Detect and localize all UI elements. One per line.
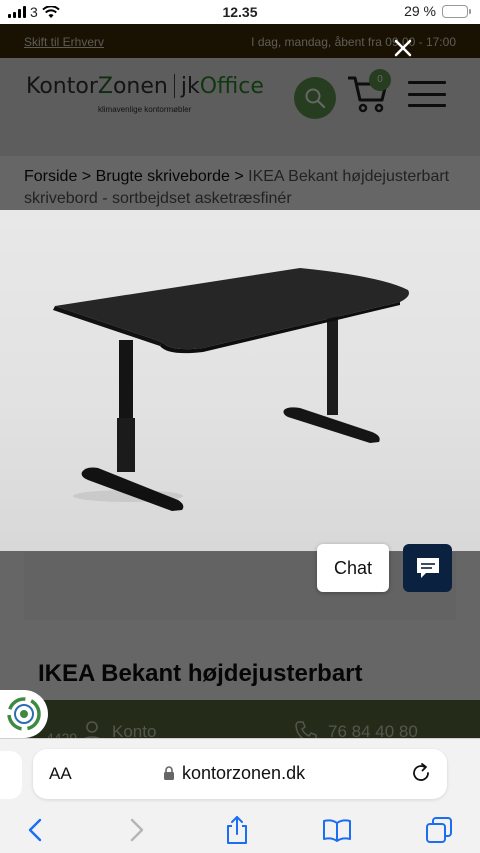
search-icon: [305, 88, 326, 109]
close-button[interactable]: [388, 33, 418, 63]
share-icon: [227, 816, 247, 844]
url-text[interactable]: kontorzonen.dk: [182, 763, 305, 784]
chat-button[interactable]: [403, 544, 452, 592]
product-title: IKEA Bekant højdejusterbart: [24, 646, 456, 706]
close-icon: [394, 39, 412, 57]
breadcrumb-category[interactable]: Brugte skriveborde: [96, 168, 230, 185]
browser-toolbar: AA kontorzonen.dk: [0, 738, 480, 853]
desk-illustration: [53, 268, 409, 511]
share-button[interactable]: [222, 815, 252, 845]
bookmarks-button[interactable]: [322, 815, 352, 845]
chevron-left-icon: [28, 818, 42, 842]
book-icon: [323, 819, 351, 842]
search-button[interactable]: [294, 77, 336, 119]
desk-foot-front: [81, 467, 184, 511]
breadcrumb: Forside > Brugte skriveborde > IKEA Beka…: [24, 168, 450, 207]
breadcrumb-home[interactable]: Forside: [24, 168, 77, 185]
forward-button[interactable]: [122, 815, 152, 845]
desk-top: [55, 268, 409, 350]
switch-business-link[interactable]: Skift til Erhverv: [24, 35, 104, 49]
previous-tab-preview[interactable]: [0, 751, 22, 799]
reload-icon[interactable]: [410, 762, 432, 784]
battery-icon: [442, 4, 471, 18]
eco-badge[interactable]: [0, 690, 48, 738]
site-logo[interactable]: KontorZonen jkOffice: [26, 74, 264, 99]
recycle-icon: [7, 697, 41, 731]
battery-percent: 29 %: [404, 3, 436, 19]
content-card: [24, 552, 456, 620]
desk-leg-back: [327, 310, 338, 415]
back-button[interactable]: [20, 815, 50, 845]
product-image[interactable]: [0, 210, 480, 551]
chat-label[interactable]: Chat: [317, 544, 389, 592]
menu-icon[interactable]: [408, 81, 446, 107]
status-right: 29 %: [404, 3, 471, 19]
tabs-button[interactable]: [424, 815, 454, 845]
chevron-right-icon: [130, 818, 144, 842]
opening-hours: I dag, mandag, åbent fra 09.00 - 17:00: [251, 35, 456, 49]
status-bar: 3 12.35 29 %: [0, 0, 480, 24]
address-bar[interactable]: AA kontorzonen.dk: [33, 749, 447, 799]
cart-count-badge: 0: [369, 69, 391, 91]
tabs-icon: [426, 817, 452, 843]
site-header: KontorZonen jkOffice klimavenlige kontorm…: [0, 58, 480, 156]
browser-nav-row: [0, 811, 480, 851]
site-tagline: klimavenlige kontormøbler: [98, 105, 192, 114]
lock-icon: [164, 766, 174, 780]
chat-bubble-icon: [416, 558, 439, 578]
reader-settings-button[interactable]: AA: [49, 764, 72, 784]
